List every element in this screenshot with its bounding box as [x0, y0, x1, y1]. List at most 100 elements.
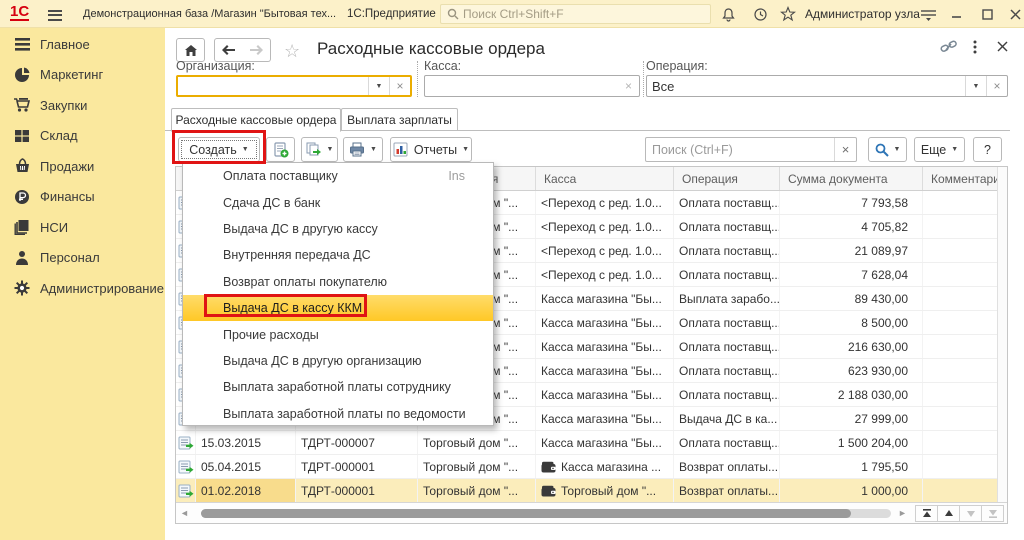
document-posted-icon[interactable] — [176, 479, 196, 502]
favorite-page-star-icon[interactable]: ☆ — [284, 41, 300, 62]
cell-kassa[interactable]: Касса магазина "Бы... — [536, 335, 674, 358]
operation-dropdown-icon[interactable]: ▼ — [965, 76, 986, 96]
cell-comment[interactable] — [923, 239, 999, 262]
list-search-input[interactable]: Поиск (Ctrl+F) × — [645, 137, 857, 162]
cell-date[interactable]: 01.02.2018 — [196, 479, 296, 502]
document-posted-icon[interactable] — [176, 431, 196, 454]
get-link-icon[interactable] — [940, 40, 957, 57]
cell-comment[interactable] — [923, 311, 999, 334]
maximize-button[interactable] — [978, 5, 996, 23]
horizontal-scrollbar-thumb[interactable] — [201, 509, 851, 518]
cell-operation[interactable]: Возврат оплаты... — [674, 479, 780, 502]
cell-sum[interactable]: 1 000,00 — [780, 479, 923, 502]
cell-operation[interactable]: Выплата зарабо... — [674, 287, 780, 310]
cell-organization[interactable]: Торговый дом "... — [418, 455, 536, 478]
cell-number[interactable]: ТДРТ-000007 — [296, 431, 418, 454]
cell-sum[interactable]: 216 630,00 — [780, 335, 923, 358]
cell-sum[interactable]: 89 430,00 — [780, 287, 923, 310]
sidebar-item-finance[interactable]: Финансы — [0, 182, 165, 213]
cell-comment[interactable] — [923, 359, 999, 382]
menu-item[interactable]: Оплата поставщикуIns — [183, 163, 493, 189]
table-row[interactable]: 15.03.2015ТДРТ-000007Торговый дом "...Ка… — [176, 431, 1007, 455]
create-new-icon-button[interactable] — [266, 137, 295, 162]
sidebar-item-main-menu[interactable]: Главное — [0, 29, 165, 60]
cell-operation[interactable]: Оплата поставщ... — [674, 311, 780, 334]
cell-operation[interactable]: Оплата поставщ... — [674, 359, 780, 382]
cell-operation[interactable]: Оплата поставщ... — [674, 431, 780, 454]
menu-item[interactable]: Прочие расходы — [183, 321, 493, 347]
minimize-button[interactable] — [948, 5, 966, 23]
cell-sum[interactable]: 7 793,58 — [780, 191, 923, 214]
sidebar-item-purchases[interactable]: Закупки — [0, 90, 165, 121]
cell-comment[interactable] — [923, 263, 999, 286]
print-button[interactable]: ▼ — [343, 137, 383, 162]
cell-kassa[interactable]: <Переход с ред. 1.0... — [536, 191, 674, 214]
org-filter-combobox[interactable]: ▼ × — [176, 75, 412, 97]
menu-item[interactable]: Выдача ДС в другую кассу — [183, 216, 493, 242]
cell-comment[interactable] — [923, 407, 999, 430]
vertical-scrollbar[interactable] — [997, 167, 1007, 503]
reports-button[interactable]: Отчеты▼ — [390, 137, 472, 162]
cell-comment[interactable] — [923, 335, 999, 358]
cell-kassa[interactable]: <Переход с ред. 1.0... — [536, 239, 674, 262]
menu-item[interactable]: Возврат оплаты покупателю — [183, 269, 493, 295]
cell-sum[interactable]: 21 089,97 — [780, 239, 923, 262]
go-first-button[interactable] — [915, 505, 938, 522]
more-actions-icon[interactable] — [973, 40, 977, 57]
cell-sum[interactable]: 8 500,00 — [780, 311, 923, 334]
cell-operation[interactable]: Оплата поставщ... — [674, 239, 780, 262]
column-header[interactable]: Комментарий — [923, 167, 999, 190]
cell-operation[interactable]: Возврат оплаты... — [674, 455, 780, 478]
cell-kassa[interactable]: Касса магазина "Бы... — [536, 287, 674, 310]
cell-sum[interactable]: 2 188 030,00 — [780, 383, 923, 406]
go-down-button[interactable] — [959, 505, 982, 522]
column-header[interactable]: Касса — [536, 167, 674, 190]
cell-comment[interactable] — [923, 191, 999, 214]
go-last-button[interactable] — [981, 505, 1004, 522]
cell-operation[interactable]: Оплата поставщ... — [674, 191, 780, 214]
cell-comment[interactable] — [923, 431, 999, 454]
help-button[interactable]: ? — [973, 137, 1002, 162]
cell-kassa[interactable]: Касса магазина "Бы... — [536, 407, 674, 430]
operation-filter-combobox[interactable]: Все ▼ × — [646, 75, 1008, 97]
cell-comment[interactable] — [923, 215, 999, 238]
column-header[interactable]: Операция — [674, 167, 780, 190]
cell-number[interactable]: ТДРТ-000001 — [296, 479, 418, 502]
sidebar-item-sales[interactable]: Продажи — [0, 151, 165, 182]
cell-comment[interactable] — [923, 479, 999, 502]
org-dropdown-icon[interactable]: ▼ — [368, 77, 389, 95]
notifications-bell-icon[interactable] — [718, 5, 738, 23]
kassa-clear-icon[interactable]: × — [618, 76, 639, 96]
current-user[interactable]: Администратор узла — [805, 7, 920, 21]
cell-sum[interactable]: 1 500 204,00 — [780, 431, 923, 454]
menu-item[interactable]: Выдача ДС в другую организацию — [183, 348, 493, 374]
cell-sum[interactable]: 4 705,82 — [780, 215, 923, 238]
menu-item[interactable]: Выплата заработной платы сотруднику — [183, 374, 493, 400]
close-window-button[interactable] — [1006, 5, 1024, 23]
cell-date[interactable]: 15.03.2015 — [196, 431, 296, 454]
cell-sum[interactable]: 27 999,00 — [780, 407, 923, 430]
tab-salary-payment[interactable]: Выплата зарплаты — [341, 108, 458, 131]
cell-comment[interactable] — [923, 287, 999, 310]
cell-kassa[interactable]: Касса магазина "Бы... — [536, 311, 674, 334]
kassa-filter-field[interactable]: × — [424, 75, 640, 97]
close-page-icon[interactable] — [997, 40, 1008, 55]
cell-kassa[interactable]: <Переход с ред. 1.0... — [536, 215, 674, 238]
global-search-input[interactable]: Поиск Ctrl+Shift+F — [440, 4, 711, 24]
cell-number[interactable]: ТДРТ-000001 — [296, 455, 418, 478]
main-menu-icon[interactable] — [48, 7, 62, 23]
scroll-left-icon[interactable]: ◄ — [180, 508, 189, 518]
table-row[interactable]: 05.04.2015ТДРТ-000001Торговый дом "...Ка… — [176, 455, 1007, 479]
table-row[interactable]: 01.02.2018ТДРТ-000001Торговый дом "...То… — [176, 479, 1007, 503]
cell-sum[interactable]: 7 628,04 — [780, 263, 923, 286]
cell-kassa[interactable]: Касса магазина "Бы... — [536, 383, 674, 406]
go-up-button[interactable] — [937, 505, 960, 522]
cell-kassa[interactable]: <Переход с ред. 1.0... — [536, 263, 674, 286]
more-button[interactable]: Еще▼ — [914, 137, 965, 162]
cell-kassa[interactable]: Касса магазина ... — [536, 455, 674, 478]
cell-operation[interactable]: Оплата поставщ... — [674, 335, 780, 358]
favorites-star-icon[interactable] — [778, 5, 798, 23]
cell-kassa[interactable]: Торговый дом "... — [536, 479, 674, 502]
cell-operation[interactable]: Оплата поставщ... — [674, 383, 780, 406]
cell-operation[interactable]: Выдача ДС в ка... — [674, 407, 780, 430]
